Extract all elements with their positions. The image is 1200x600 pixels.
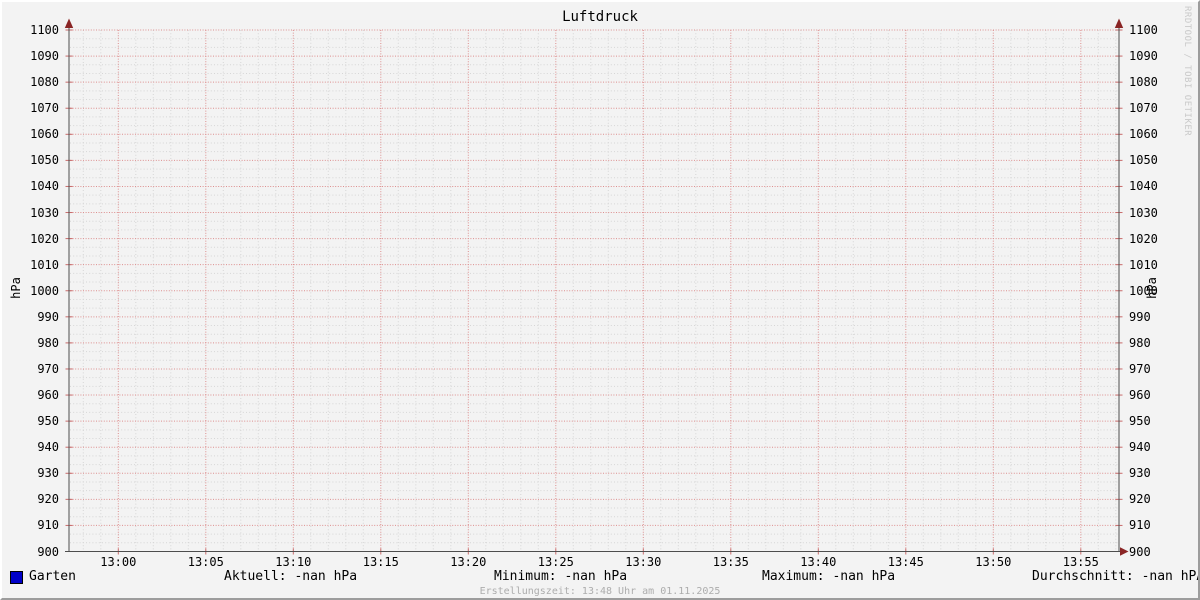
y-axis-tick-label-right: 910: [1129, 518, 1151, 533]
y-axis-tick-label-left: 1040: [30, 179, 59, 194]
stat-maximum: Maximum: -nan hPa: [762, 569, 896, 584]
y-axis-tick-label-right: 930: [1129, 466, 1151, 481]
y-axis-tick-label-left: 920: [37, 492, 59, 507]
y-axis-tick-label-left: 1020: [30, 231, 59, 246]
y-axis-tick-label-right: 1030: [1129, 205, 1158, 220]
stat-minimum: Minimum: -nan hPa: [494, 569, 628, 584]
y-axis-tick-label-left: 1080: [30, 75, 59, 90]
legend-swatch: [10, 571, 23, 584]
y-axis-tick-label-left: 1030: [30, 205, 59, 220]
y-axis-tick-label-left: 940: [37, 440, 59, 455]
y-axis-tick-label-left: 910: [37, 518, 59, 533]
y-axis-tick-label-left: 990: [37, 309, 59, 324]
y-axis-tick-label-right: 1050: [1129, 153, 1158, 168]
stat-durchschnitt: Durchschnitt: -nan hPA: [1032, 569, 1200, 584]
rrdtool-graph: Luftdruck hPa hPa 1100 1100 1090 1090 1080 10…: [0, 0, 1200, 600]
y-axis-tick-label-right: 1060: [1129, 127, 1158, 142]
y-axis-tick-label-right: 1040: [1129, 179, 1158, 194]
y-axis-tick-label-left: 970: [37, 361, 59, 376]
y-axis-tick-label-right: 1090: [1129, 49, 1158, 64]
legend-label: Garten: [29, 569, 76, 584]
x-axis-tick-label: 13:40: [800, 555, 837, 569]
y-axis-tick-label-left: 1100: [30, 23, 59, 37]
rrdtool-watermark: RRDTOOL / TOBI OETIKER: [1182, 6, 1192, 137]
y-axis-tick-label-left: 1010: [30, 257, 59, 272]
y-axis-tick-label-right: 940: [1129, 440, 1151, 455]
x-axis-tick-label: 13:15: [362, 555, 399, 569]
x-axis-tick-label: 13:55: [1062, 555, 1099, 569]
axis-labels-layer: hPa hPa 1100 1100 1090 1090 1080 1080 1070 1070…: [2, 2, 1198, 598]
x-axis-tick-label: 13:50: [975, 555, 1012, 569]
y-axis-tick-label-right: 1100: [1129, 23, 1158, 37]
y-axis-tick-label-left: 1090: [30, 49, 59, 64]
x-axis-tick-label: 13:05: [187, 555, 224, 569]
y-axis-tick-label-right: 1070: [1129, 101, 1158, 116]
y-axis-tick-label-right: 1080: [1129, 75, 1158, 90]
x-axis-tick-label: 13:30: [625, 555, 662, 569]
x-axis-tick-label: 13:45: [887, 555, 924, 569]
y-axis-tick-label-right: 900: [1129, 544, 1151, 559]
y-axis-tick-label-left: 1070: [30, 101, 59, 116]
y-axis-tick-label-right: 1000: [1129, 283, 1158, 298]
y-axis-tick-label-right: 950: [1129, 414, 1151, 429]
y-axis-tick-label-left: 960: [37, 388, 59, 403]
y-axis-tick-label-left: 1060: [30, 127, 59, 142]
x-axis-tick-label: 13:25: [537, 555, 574, 569]
x-axis-tick-label: 13:00: [100, 555, 137, 569]
y-axis-tick-label-right: 980: [1129, 335, 1151, 350]
x-axis-tick-label: 13:10: [275, 555, 312, 569]
y-axis-tick-label-right: 1020: [1129, 231, 1158, 246]
y-axis-tick-label-left: 900: [37, 544, 59, 559]
y-axis-tick-label-right: 990: [1129, 309, 1151, 324]
y-axis-tick-label-left: 1000: [30, 283, 59, 298]
y-axis-tick-label-right: 1010: [1129, 257, 1158, 272]
y-axis-tick-label-right: 970: [1129, 361, 1151, 376]
y-axis-tick-label-right: 960: [1129, 388, 1151, 403]
x-axis-tick-label: 13:20: [450, 555, 487, 569]
x-axis-tick-label: 13:35: [712, 555, 749, 569]
y-axis-tick-label-left: 980: [37, 335, 59, 350]
y-axis-tick-label-left: 930: [37, 466, 59, 481]
stat-aktuell: Aktuell: -nan hPa: [224, 569, 358, 584]
y-axis-tick-label-right: 920: [1129, 492, 1151, 507]
y-axis-tick-label-left: 950: [37, 414, 59, 429]
creation-timestamp: Erstellungszeit: 13:48 Uhr am 01.11.2025: [479, 586, 721, 597]
y-axis-tick-label-left: 1050: [30, 153, 59, 168]
